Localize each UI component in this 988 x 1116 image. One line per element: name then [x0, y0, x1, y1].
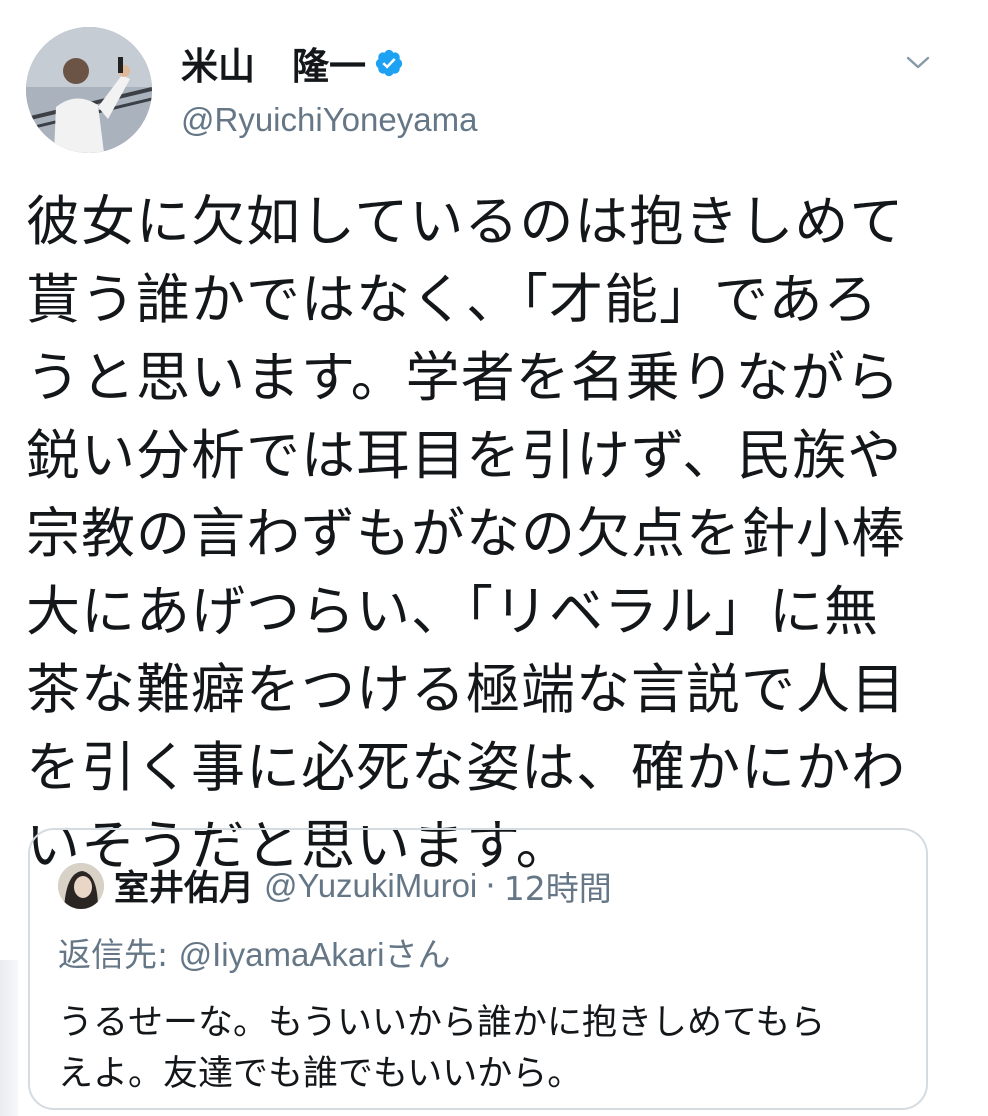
quoted-tweet-text: うるせーな。もういいから誰かに抱きしめてもら えよ。友達でも誰でもいいから。 [58, 1003, 826, 1094]
author-avatar[interactable] [26, 27, 152, 153]
author-handle[interactable]: @RyuichiYoneyama [181, 101, 477, 139]
reply-to-user-link[interactable]: @IiyamaAkari [179, 936, 385, 973]
chevron-down-icon[interactable] [902, 50, 934, 74]
tweet-text: 彼女に欠如しているのは抱きしめて 貰う誰かではなく、「才能」であろ うと思います… [26, 190, 906, 877]
quoted-timestamp[interactable]: 12時間 [504, 862, 612, 910]
scrollbar-track[interactable] [0, 960, 18, 1116]
quoted-handle[interactable]: @YuzukiMuroi [264, 867, 477, 905]
reply-to-suffix: さん [384, 935, 451, 974]
quoted-tweet[interactable]: 室井佑月 @YuzukiMuroi · 12時間 返信先: @IiyamaAka… [28, 828, 928, 1110]
reply-to: 返信先: @IiyamaAkariさん [58, 928, 451, 976]
reply-to-label: 返信先: [58, 935, 179, 974]
display-name[interactable]: 米山 隆一 [181, 36, 366, 90]
separator-dot: · [485, 866, 496, 905]
display-name-row: 米山 隆一 [181, 40, 477, 88]
verified-badge-icon [375, 49, 403, 77]
quoted-author-avatar[interactable] [58, 862, 104, 909]
author-info: 米山 隆一 @RyuichiYoneyama [181, 40, 477, 139]
tweet: 米山 隆一 @RyuichiYoneyama 彼女に欠如しているのは抱きしめて … [0, 0, 988, 1116]
quoted-display-name[interactable]: 室井佑月 [114, 860, 254, 911]
quoted-tweet-header: 室井佑月 @YuzukiMuroi · 12時間 [58, 860, 612, 911]
